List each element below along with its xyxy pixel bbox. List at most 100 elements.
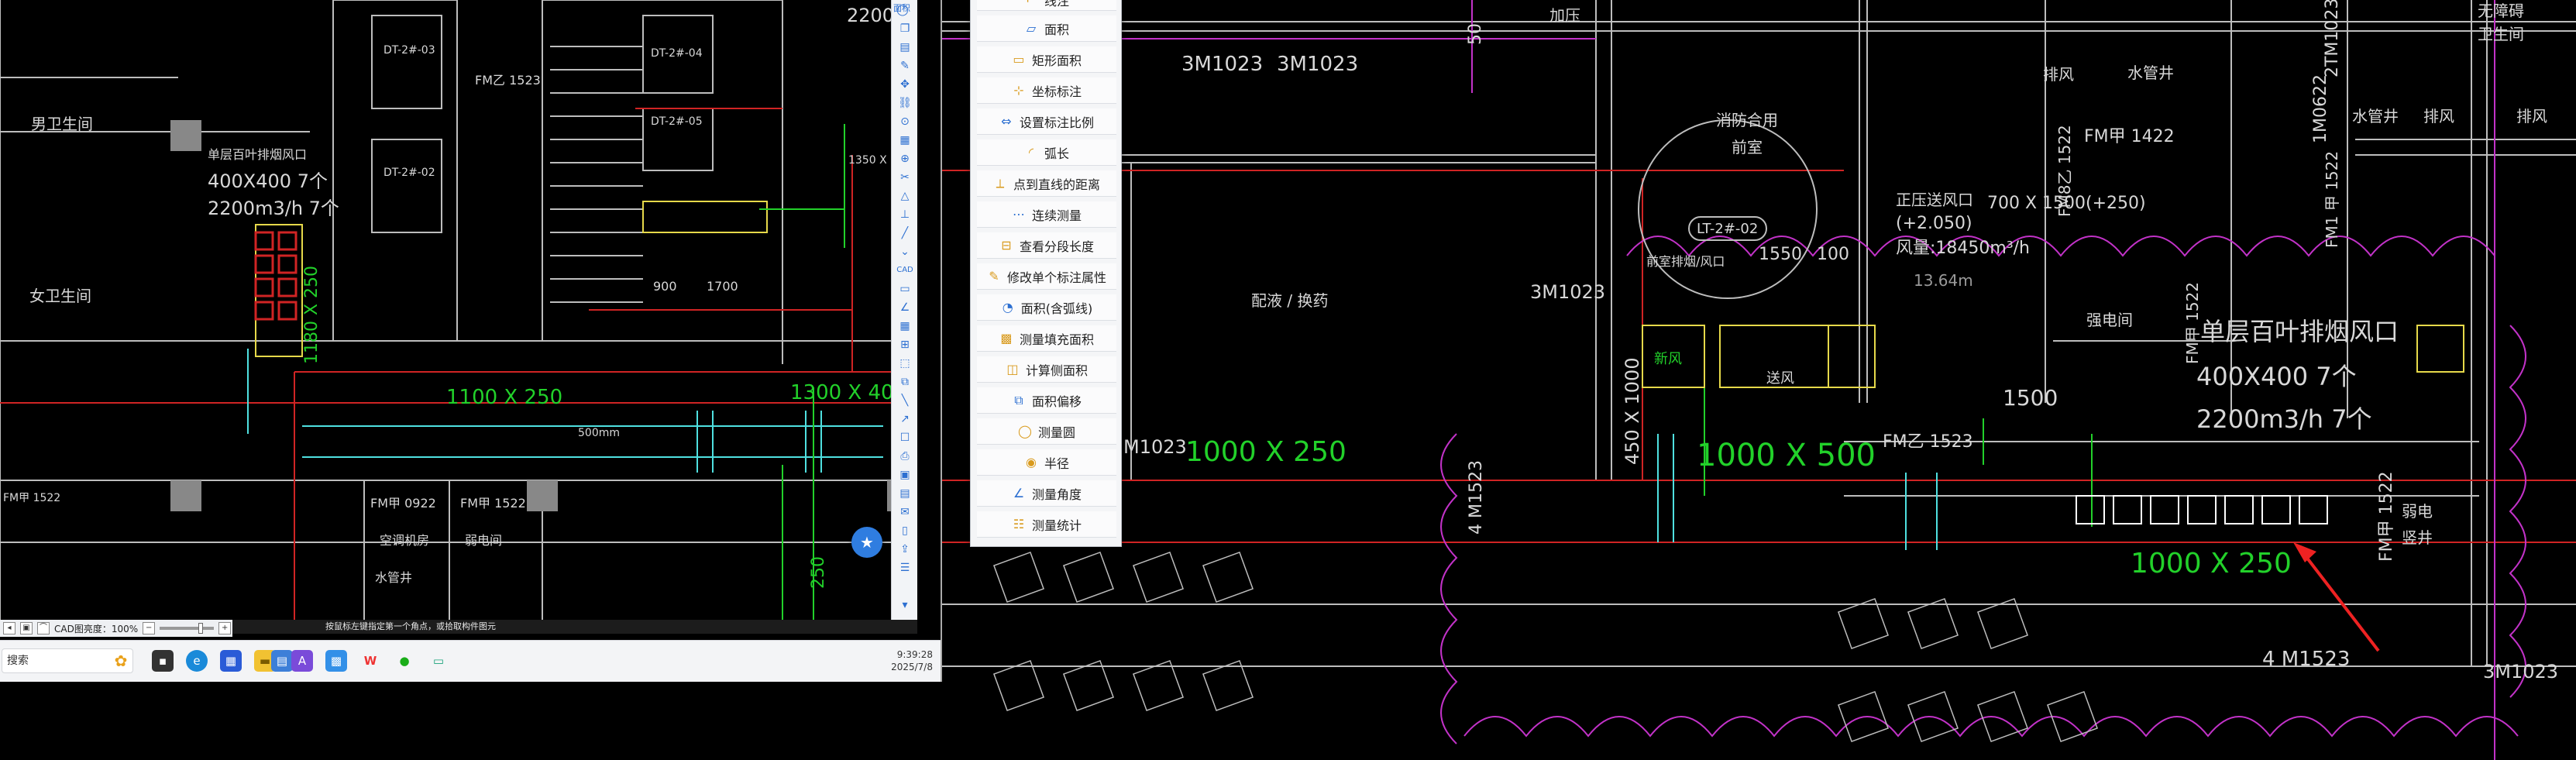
toolbar-circle-icon[interactable]: ◯ <box>894 3 911 17</box>
menu-item-side-area[interactable]: ◫ 计算侧面积 <box>977 356 1116 383</box>
taskbar-app-flower-icon[interactable]: ✿ <box>110 650 132 672</box>
toolbar-down-icon[interactable]: ▾ <box>896 598 913 612</box>
label-duct3: 1000 X 250 <box>2131 548 2292 579</box>
label-m0622: 1M0622 <box>2311 74 2330 143</box>
toolbar-doc-icon[interactable]: ▦ <box>896 133 913 147</box>
taskbar-edge-icon[interactable]: e <box>186 650 208 672</box>
left-label-fm1522: FM甲 1522 <box>460 496 526 511</box>
label-d1500: 1500 <box>2003 385 2058 411</box>
left-label-fm0922: FM甲 0922 <box>370 496 436 511</box>
toolbar-grid-icon[interactable]: ▦ <box>896 319 913 333</box>
menu-item-label: 修改单个标注属性 <box>1006 270 1106 285</box>
menu-item-fill-area[interactable]: ▩ 测量填充面积 <box>977 325 1116 352</box>
toolbar-stamp-icon[interactable]: ⊕ <box>896 152 913 166</box>
toolbar-edit-icon[interactable]: ✎ <box>896 59 913 73</box>
taskbar-app-green-icon[interactable]: ▭ <box>428 650 449 672</box>
radius-icon: ◉ <box>1026 455 1037 469</box>
zoom-out-button[interactable]: − <box>143 622 156 634</box>
label-fm1522: FM甲 1522 <box>2377 471 2396 562</box>
toolbar-note-icon[interactable]: ✉ <box>896 505 913 519</box>
taskbar-app-blue-icon[interactable]: ▦ <box>220 650 242 672</box>
taskbar-desktop-icon[interactable]: ▪ <box>152 650 174 672</box>
menu-item-label: 测量填充面积 <box>1019 332 1094 347</box>
toolbar-link-icon[interactable]: ⛓ <box>896 96 913 110</box>
taskbar-wechat-icon[interactable]: ● <box>394 650 415 672</box>
toolbar-move-icon[interactable]: ✥ <box>896 77 913 91</box>
toolbar-file-icon[interactable]: ▯ <box>896 524 913 538</box>
label-d100: 100 <box>1817 245 1849 264</box>
toolbar-arrow-icon[interactable]: ↗ <box>896 412 913 426</box>
left-label-toilet-male: 男卫生间 <box>31 115 93 133</box>
left-label-dt2: DT-2#-02 <box>383 167 435 179</box>
menu-item-stats[interactable]: ☷ 测量统计 <box>977 511 1116 538</box>
layout-icon[interactable]: ▣ <box>20 622 33 634</box>
toolbar-photo-icon[interactable]: ▣ <box>896 468 913 482</box>
toolbar-cad-label[interactable]: CAD <box>892 263 917 277</box>
collapse-icon[interactable]: ◂ <box>3 622 15 634</box>
label-m1023c: 3M1023 <box>1530 281 1606 303</box>
menu-item-scale[interactable]: ⇔ 设置标注比例 <box>977 108 1116 135</box>
menu-item-label: 线注 <box>1044 0 1069 9</box>
brightness-slider-thumb[interactable] <box>198 623 204 634</box>
toolbar-sheet-icon[interactable]: ▤ <box>896 487 913 500</box>
menu-item-continuous[interactable]: ⋯ 连续测量 <box>977 201 1116 228</box>
toolbar-measure-icon[interactable]: ⊞ <box>896 338 913 352</box>
taskbar-time: 9:39:28 <box>896 649 933 660</box>
menu-item-point-line[interactable]: ⟂ 点到直线的距离 <box>977 170 1116 197</box>
taskbar-app-grid-icon[interactable]: ▤ <box>271 650 293 672</box>
menu-item-arc-area[interactable]: ◔ 面积(含弧线) <box>977 294 1116 321</box>
label-feng1: FM8乙 1522 <box>2055 125 2074 217</box>
label-m1523b: 4 M1523 <box>2262 648 2351 671</box>
label-exhaust: 排风 <box>2043 65 2074 84</box>
menu-item-area[interactable]: ▱ 面积 <box>977 15 1116 42</box>
toolbar-layer-icon[interactable]: ▤ <box>896 40 913 54</box>
menu-item-coordinate[interactable]: ⊹ 坐标标注 <box>977 77 1116 104</box>
cad-icon[interactable]: ⌒ <box>37 622 50 634</box>
toolbar-copy-icon[interactable]: ❐ <box>896 22 913 36</box>
toolbar-chevron-icon[interactable]: ⌄ <box>896 245 913 259</box>
toolbar-export-icon[interactable]: ⇪ <box>896 542 913 556</box>
left-label-louver-flow: 2200m3/h 7个 <box>208 198 339 219</box>
left-cad-canvas[interactable]: 男卫生间 女卫生间 单层百叶排烟风口 400X400 7个 2200m3/h 7… <box>0 0 917 620</box>
toolbar-pin-icon[interactable]: ⊥ <box>896 208 913 222</box>
label-m1023v: 2TM1023 <box>2323 0 2342 77</box>
brightness-slider[interactable] <box>160 623 215 634</box>
menu-item-edit[interactable]: ✎ 修改单个标注属性 <box>977 263 1116 290</box>
menu-item-circle[interactable]: ◯ 测量圆 <box>977 418 1116 445</box>
menu-item-line-note[interactable]: ⌐ 线注 <box>977 0 1116 11</box>
menu-item-arc[interactable]: ◜ 弧长 <box>977 139 1116 166</box>
menu-item-label: 半径 <box>1044 456 1069 471</box>
label-fm1422: FM甲 1422 <box>2084 127 2175 146</box>
toolbar-line2-icon[interactable]: ╲ <box>896 394 913 408</box>
menu-item-rect-area[interactable]: ▭ 矩形面积 <box>977 46 1116 73</box>
toolbar-angle-icon[interactable]: ∠ <box>896 301 913 315</box>
toolbar-box-icon[interactable]: ☐ <box>896 431 913 445</box>
left-label-duct1: 1100 X 250 <box>446 386 563 409</box>
toolbar-lasso-icon[interactable]: ⊙ <box>896 115 913 129</box>
toolbar-triangle-icon[interactable]: △ <box>896 189 913 203</box>
menu-item-offset[interactable]: ⧉ 面积偏移 <box>977 387 1116 414</box>
menu-item-label: 测量角度 <box>1031 487 1082 502</box>
zoom-in-button[interactable]: + <box>218 622 232 634</box>
toolbar-line-icon[interactable]: ╱ <box>896 226 913 240</box>
toolbar-cut-icon[interactable]: ✂ <box>896 170 913 184</box>
taskbar-wps-icon[interactable]: W <box>359 650 381 672</box>
label-louver-flow: 2200m3/h 7个 <box>2196 404 2372 434</box>
toolbar-ruler-icon[interactable]: ▭ <box>896 282 913 296</box>
toolbar-select-icon[interactable]: ⬚ <box>896 356 913 370</box>
menu-item-angle[interactable]: ∠ 测量角度 <box>977 480 1116 507</box>
menu-item-label: 面积 <box>1044 22 1069 37</box>
label-pressure-flow: 风量:18450m³/h <box>1896 239 2031 258</box>
toolbar-crop-icon[interactable]: ⧉ <box>896 375 913 389</box>
menu-item-radius[interactable]: ◉ 半径 <box>977 449 1116 476</box>
taskbar-app-calc-icon[interactable]: ▩ <box>325 650 347 672</box>
toolbar-print-icon[interactable]: ⎙ <box>896 449 913 463</box>
favorite-star-icon[interactable]: ★ <box>851 527 882 558</box>
label-shaft2: 送风 <box>1766 370 1794 387</box>
point-line-icon: ⟂ <box>996 175 1005 191</box>
menu-item-segment[interactable]: ⊟ 查看分段长度 <box>977 232 1116 259</box>
label-weak2: 竖井 <box>2402 528 2433 547</box>
toolbar-list-icon[interactable]: ☰ <box>896 561 913 575</box>
taskbar-app-a-icon[interactable]: A <box>291 650 313 672</box>
left-label-fm1523: FM乙 1523 <box>475 73 541 88</box>
